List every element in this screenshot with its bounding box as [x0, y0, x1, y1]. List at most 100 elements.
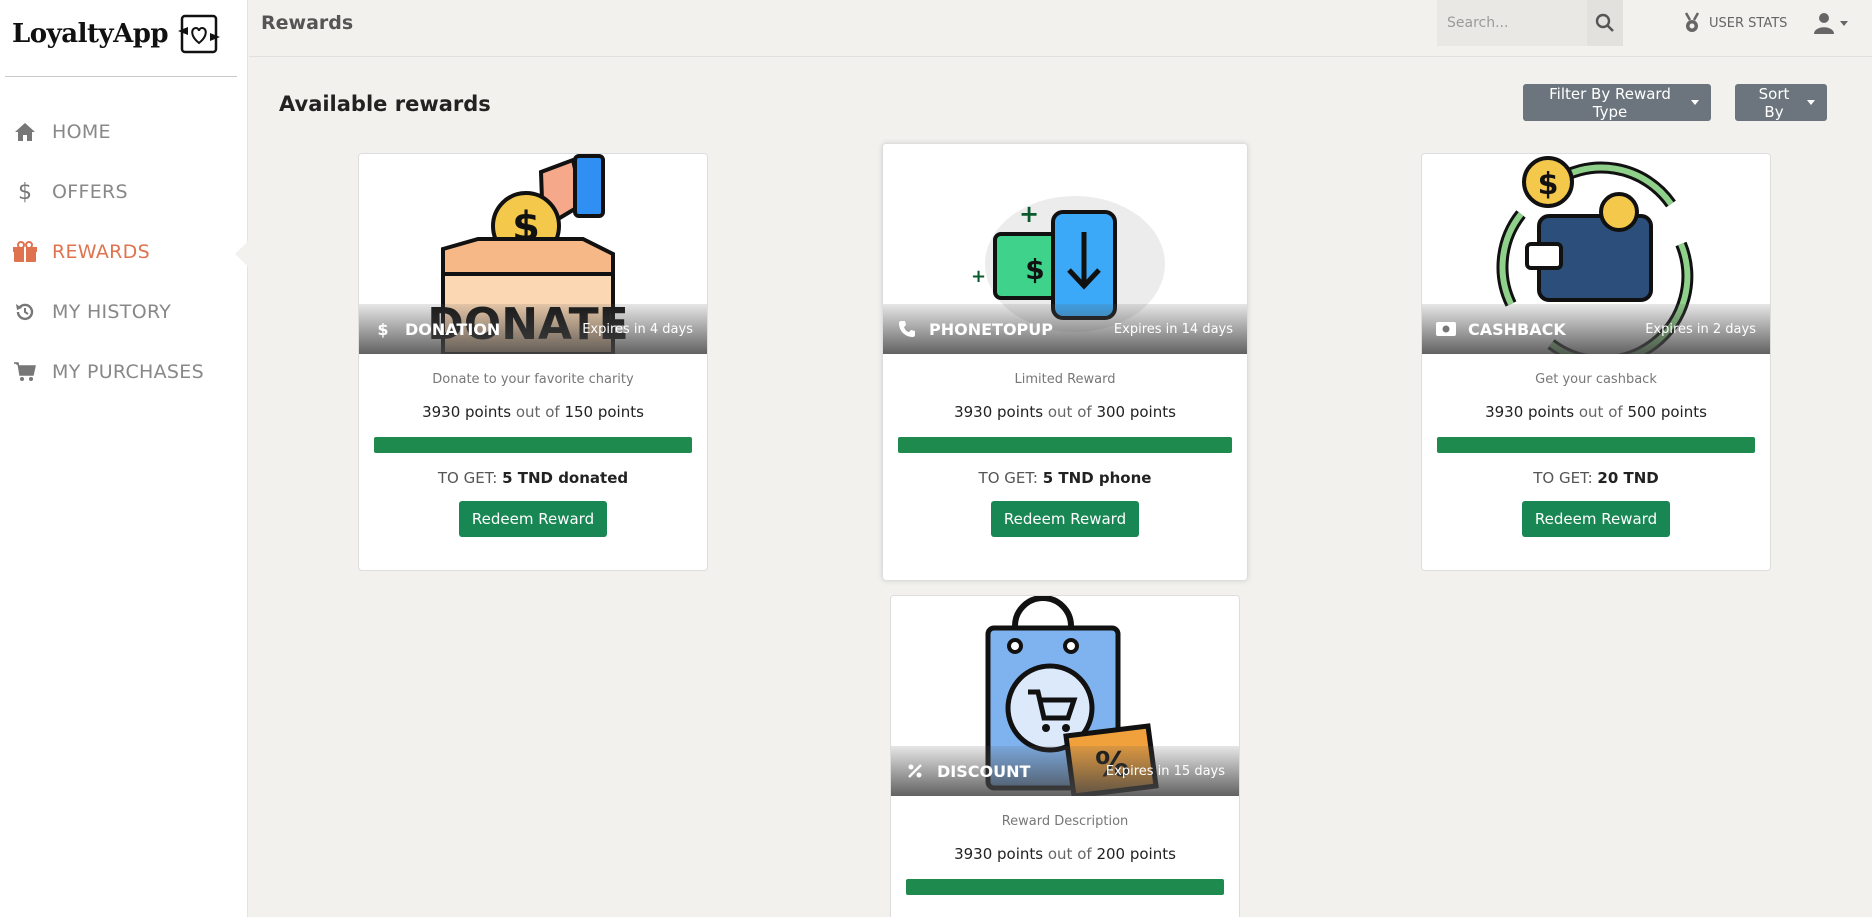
expiry-label: Expires in 4 days	[582, 321, 693, 337]
reward-type: CASHBACK	[1436, 319, 1566, 339]
redeem-reward-button[interactable]: Redeem Reward	[458, 501, 608, 537]
sidebar: LoyaltyApp HOME $ OFFERS REWARDS MY HIST…	[0, 0, 249, 917]
sidebar-item-my-history[interactable]: MY HISTORY	[0, 282, 248, 342]
svg-text:$: $	[1025, 253, 1044, 286]
reward-image-overlay: DISCOUNT Expires in 15 days	[891, 746, 1239, 796]
expiry-label: Expires in 2 days	[1645, 321, 1756, 337]
svg-text:+: +	[971, 266, 986, 287]
home-icon	[12, 119, 38, 145]
phone-icon	[897, 319, 917, 339]
reward-description: Limited Reward	[1014, 372, 1116, 387]
reward-card-body: Reward Description 3930 points out of 20…	[891, 814, 1239, 895]
filter-label: Filter By Reward Type	[1549, 84, 1671, 121]
reward-card-body: Donate to your favorite charity 3930 poi…	[359, 372, 707, 537]
sidebar-item-offers[interactable]: $ OFFERS	[0, 162, 248, 222]
search-box	[1437, 0, 1623, 46]
top-bar: Rewards USER STATS	[249, 0, 1872, 57]
reward-type-label: DONATION	[405, 319, 501, 339]
out-of-label: out of	[1047, 403, 1092, 421]
out-of-label: out of	[515, 403, 560, 421]
sidebar-nav: HOME $ OFFERS REWARDS MY HISTORY MY PURC…	[0, 102, 249, 402]
to-get-value: 5 TND phone	[1042, 469, 1152, 487]
current-points: 3930 points	[1485, 403, 1575, 421]
reward-to-get: TO GET: 5 TND donated	[359, 469, 707, 487]
app-name: LoyaltyApp	[12, 19, 169, 49]
reward-to-get: TO GET: 20 TND	[1422, 469, 1770, 487]
progress-bar	[898, 437, 1232, 453]
reward-image-overlay: $ DONATION Expires in 4 days	[359, 304, 707, 354]
svg-text:$: $	[1538, 167, 1559, 202]
reward-card-body: Get your cashback 3930 points out of 500…	[1422, 372, 1770, 537]
reward-type: DISCOUNT	[905, 761, 1030, 781]
user-menu-toggle[interactable]	[1814, 8, 1848, 38]
to-get-label: TO GET:	[437, 469, 498, 487]
redeem-reward-button[interactable]: Redeem Reward	[990, 501, 1140, 537]
filter-by-reward-type-dropdown[interactable]: Filter By Reward Type	[1523, 84, 1711, 121]
reward-card-body: Limited Reward 3930 points out of 300 po…	[883, 372, 1247, 537]
svg-text:+: +	[1019, 200, 1039, 228]
user-stats-label: USER STATS	[1709, 15, 1788, 31]
user-icon	[1814, 13, 1834, 34]
reward-description: Donate to your favorite charity	[432, 372, 634, 387]
to-get-value: 5 TND donated	[502, 469, 629, 487]
sidebar-item-label: MY HISTORY	[52, 301, 172, 323]
loyalty-logo-icon	[178, 14, 221, 54]
reward-type: PHONETOPUP	[897, 319, 1053, 339]
to-get-label: TO GET:	[978, 469, 1038, 487]
sidebar-item-label: MY PURCHASES	[52, 361, 204, 383]
dollar-icon: $	[18, 179, 32, 205]
reward-type-label: DISCOUNT	[937, 761, 1031, 781]
required-points: 150 points	[564, 403, 644, 421]
reward-to-get: TO GET: 5 TND phone	[883, 469, 1247, 487]
reward-image: % DISCOUNT Expires in 15 days	[891, 596, 1239, 796]
to-get-value: 20 TND	[1597, 469, 1659, 487]
required-points: 200 points	[1096, 845, 1176, 863]
current-points: 3930 points	[954, 845, 1044, 863]
sidebar-item-my-purchases[interactable]: MY PURCHASES	[0, 342, 248, 402]
money-icon	[1436, 319, 1456, 339]
app-logo[interactable]: LoyaltyApp	[12, 12, 222, 56]
sort-by-dropdown[interactable]: Sort By	[1735, 84, 1827, 121]
current-points: 3930 points	[954, 403, 1044, 421]
expiry-label: Expires in 14 days	[1113, 321, 1233, 337]
to-get-label: TO GET:	[1533, 469, 1593, 487]
progress-bar	[374, 437, 692, 453]
chevron-down-icon	[1691, 100, 1699, 105]
required-points: 500 points	[1627, 403, 1707, 421]
redeem-reward-button[interactable]: Redeem Reward	[1521, 501, 1671, 537]
gift-icon	[12, 239, 38, 265]
sidebar-item-home[interactable]: HOME	[0, 102, 248, 162]
reward-type: $ DONATION	[373, 319, 500, 339]
sort-label: Sort By	[1758, 84, 1790, 121]
reward-card-discount: % DISCOUNT Expires in 15 days Reward Des…	[890, 595, 1240, 917]
page-title: Rewards	[261, 12, 354, 34]
reward-points: 3930 points out of 500 points	[1422, 403, 1770, 421]
reward-description: Get your cashback	[1535, 372, 1657, 387]
history-icon	[12, 299, 38, 325]
out-of-label: out of	[1578, 403, 1623, 421]
progress-bar	[1437, 437, 1755, 453]
reward-image-overlay: PHONETOPUP Expires in 14 days	[883, 304, 1247, 354]
percent-icon	[905, 761, 925, 781]
sidebar-item-rewards[interactable]: REWARDS	[0, 222, 249, 282]
section-title: Available rewards	[279, 92, 491, 116]
progress-bar	[906, 879, 1224, 895]
reward-type-label: CASHBACK	[1468, 319, 1566, 339]
reward-points: 3930 points out of 300 points	[883, 403, 1247, 421]
search-button[interactable]	[1587, 0, 1623, 46]
search-icon	[1595, 13, 1614, 32]
reward-image: $ CASHBACK Expires in 2 days	[1422, 154, 1770, 354]
current-points: 3930 points	[422, 403, 512, 421]
search-input[interactable]	[1437, 0, 1587, 46]
logo-divider	[5, 76, 237, 77]
user-stats-link[interactable]: USER STATS	[1683, 10, 1787, 36]
sidebar-item-label: OFFERS	[52, 181, 128, 203]
chevron-down-icon	[1807, 100, 1815, 105]
reward-card-cashback: $ CASHBACK Expires in 2 days Get your ca…	[1421, 153, 1771, 571]
reward-type-label: PHONETOPUP	[929, 319, 1053, 339]
reward-image: $ + + PHONETOPUP Expires in 14 days	[883, 144, 1247, 354]
cart-icon	[12, 359, 38, 385]
sidebar-item-label: HOME	[52, 121, 111, 143]
medal-icon	[1684, 12, 1700, 32]
dollar-icon: $	[377, 319, 389, 339]
